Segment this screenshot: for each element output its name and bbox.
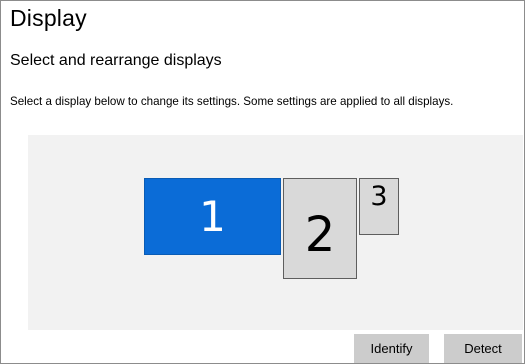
display-2-tile[interactable]: 2 [283,178,357,279]
section-heading: Select and rearrange displays [10,52,222,69]
identify-button[interactable]: Identify [354,334,429,363]
display-2-number: 2 [304,206,336,263]
detect-button[interactable]: Detect [444,334,522,363]
display-settings-panel: Display Select and rearrange displays Se… [0,0,525,364]
display-1-number: 1 [199,191,226,241]
section-description: Select a display below to change its set… [10,95,454,108]
display-1-tile[interactable]: 1 [144,178,281,255]
display-arrangement-area: 1 2 3 [28,135,523,330]
display-3-tile[interactable]: 3 [359,178,399,235]
page-title: Display [10,5,87,31]
display-3-number: 3 [370,181,388,212]
